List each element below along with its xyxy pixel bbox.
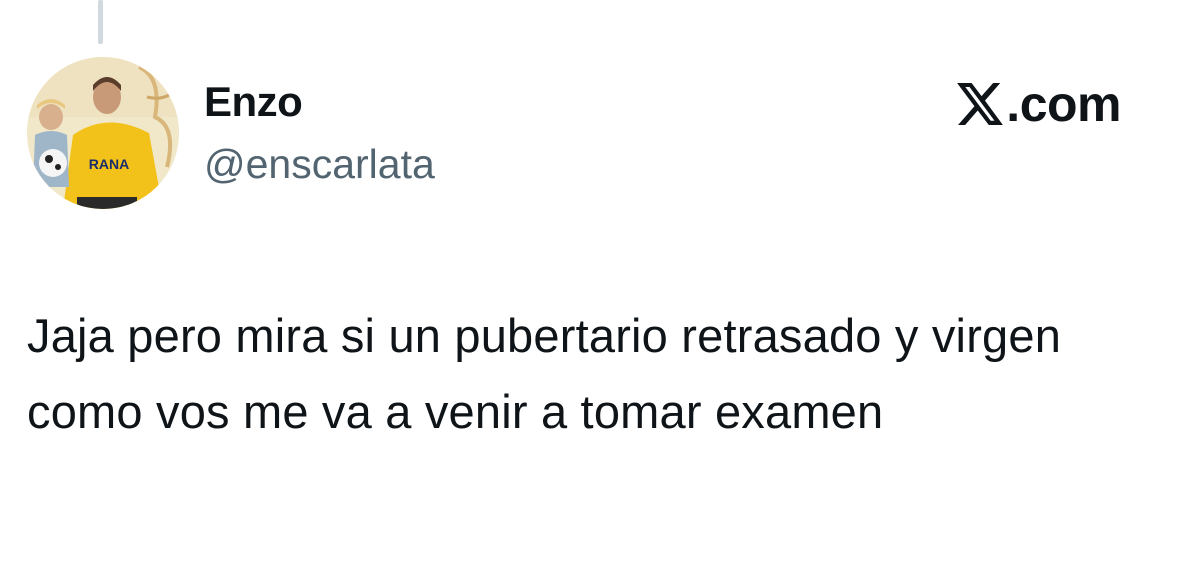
- tweet-body: Jaja pero mira si un pubertario retrasad…: [27, 309, 1062, 438]
- avatar-jersey-text: RANA: [89, 156, 129, 172]
- avatar[interactable]: RANA: [27, 57, 179, 209]
- brand-domain-text: .com: [1006, 76, 1121, 132]
- x-brand: .com: [957, 76, 1121, 132]
- thread-connector-line: [98, 0, 103, 44]
- author-display-name[interactable]: Enzo: [204, 78, 303, 126]
- author-handle[interactable]: @enscarlata: [204, 140, 435, 188]
- x-logo-icon: [957, 83, 1004, 125]
- avatar-photo: RANA: [27, 57, 179, 209]
